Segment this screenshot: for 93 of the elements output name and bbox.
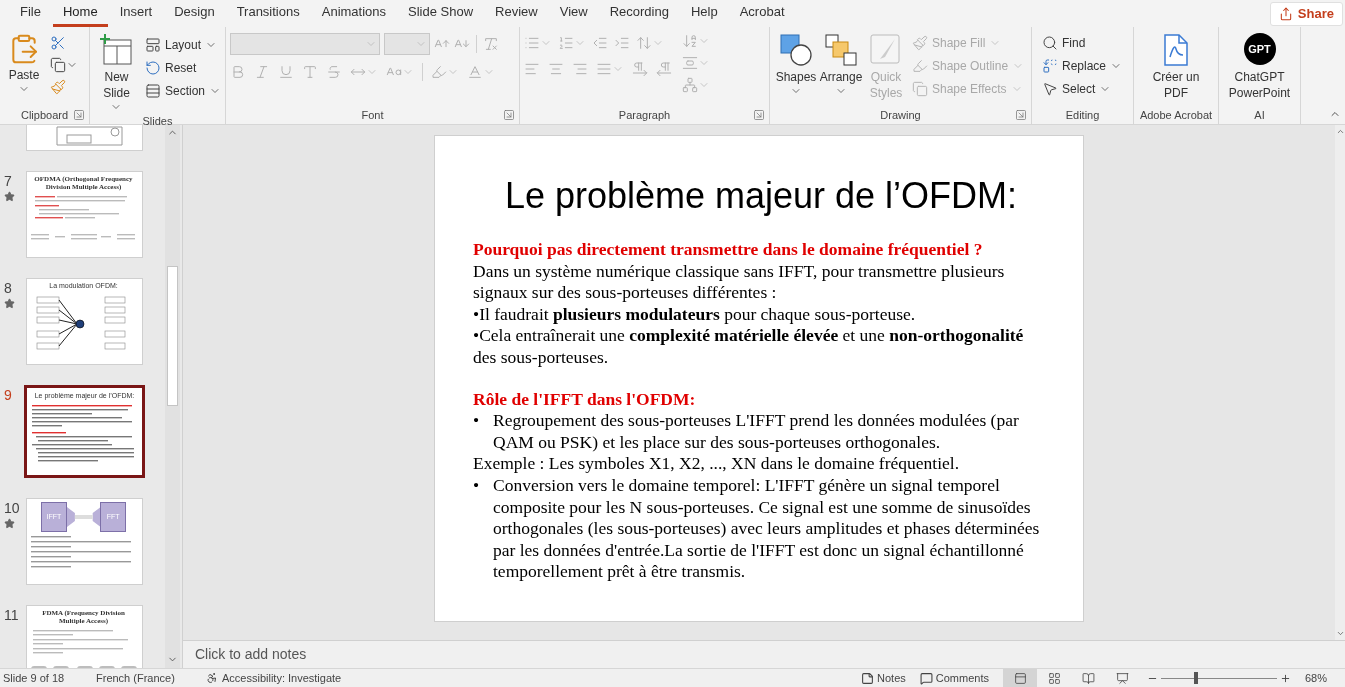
bullet-marker: • [473,474,481,497]
comments-icon [919,671,933,685]
arrange-icon[interactable] [824,33,858,67]
ribbon-button[interactable]: Section [144,79,221,102]
slide-number: 10 [4,500,20,516]
group-label: Adobe Acrobat [1139,107,1213,123]
ribbon-tab[interactable]: Recording [599,0,679,27]
view-icon [1047,671,1061,685]
slide-heading: Pourquoi pas directement transmettre dans le domaine fréquentiel ? [473,239,984,261]
ribbon-tab[interactable]: Design [164,0,225,27]
zoom-in-icon[interactable] [1280,672,1291,684]
slide-number: 8 [4,280,12,296]
ribbon-tab[interactable]: Slide Show [398,0,484,27]
dialog-launcher-icon[interactable] [1015,109,1027,121]
ribbon-button[interactable]: New Slide [94,33,139,113]
layout-icon[interactable] [144,36,161,53]
group-label: AI [1254,107,1265,123]
dialog-launcher-icon[interactable] [753,109,765,121]
share-icon [1278,7,1293,21]
group-label: Font [361,107,384,123]
ribbon-tab[interactable]: View [549,0,598,27]
accessibility-button[interactable]: Accessibility: Investigate [206,669,342,687]
slide-paragraph: Exemple : Les symboles X1, X2, ..., XN dans le domaine fréquentiel. [473,453,960,475]
channel-drawing [66,507,101,527]
group-label: Editing [1065,107,1100,123]
ribbon-tab[interactable]: Insert [109,0,163,27]
pointer-icon[interactable] [1042,80,1058,97]
search-icon[interactable] [1042,34,1058,51]
zoom-slider-thumb[interactable] [1193,672,1198,684]
ribbon-tab[interactable]: Home [52,0,108,27]
slide-paragraph: Conversion vers le domaine temporel: L'IFFT génère un signal temporel composite pour les N sous-porteuses. Ce signal est une somme de sinusoïdes orthogonales (les sous-porteuses) avec leurs amplitudes et phases déterminées par les données d'entrée.La sortie de l'IFFT est donc un signal échantillonné temporellement prêt à être transmis. [493,474,1041,583]
slide-number: 11 [4,607,19,623]
group-label: Drawing [880,107,921,123]
accessibility-icon [206,672,218,684]
bullet-marker: • [473,410,481,433]
scrollbar[interactable] [165,125,180,668]
new-slide-icon[interactable] [99,33,134,67]
ribbon-button[interactable]: GPT ChatGPT PowerPoint [1223,33,1296,101]
ribbon-button[interactable]: Paste [4,33,44,95]
slide-paragraph: Dans un système numérique classique sans IFFT, pour transmettre plusieurs signaux sur des sous-porteuses différentes : [473,260,1006,304]
slide-paragraph: Regroupement des sous-porteuses L'IFFT prend les données modulées (par QAM ou PSK) et les place sur des sous-porteuses orthogonales. [493,410,1020,454]
ribbon-tab[interactable]: File [10,0,51,27]
format-painter-icon[interactable] [50,79,66,95]
scrollbar-thumb[interactable] [167,266,178,406]
notes-icon [861,671,875,685]
scroll-up-icon[interactable] [1335,127,1345,136]
view-button[interactable] [1003,668,1037,687]
ribbon-tab[interactable]: Help [680,0,728,27]
pdf-icon[interactable] [1161,33,1191,67]
ribbon-button[interactable]: Créer un PDF [1151,33,1201,101]
ribbon-button[interactable]: Arrange [818,33,864,97]
dialog-launcher-icon[interactable] [73,109,85,121]
replace-icon[interactable] [1042,57,1058,74]
ribbon-button[interactable]: Select [1042,77,1123,100]
shapes-icon[interactable] [779,33,813,67]
section-icon[interactable] [144,82,161,99]
zoom-slider[interactable] [1161,672,1277,684]
notes-button[interactable]: Notes [861,669,906,687]
scroll-down-icon[interactable] [1335,629,1345,638]
group-label: Slides [142,114,173,129]
slide-paragraph: •Cela entraînerait une complexité matérielle élevée et une non-orthogonalité des sous-porteuses. [473,325,1025,369]
language-button[interactable]: French (France) [96,669,206,687]
zoom-level[interactable]: 68% [1305,669,1345,687]
ribbon-button[interactable]: Find [1042,31,1123,54]
cut-icon[interactable] [50,35,66,51]
slide-counter: Slide 9 of 18 [3,670,66,686]
ribbon-tab[interactable]: Transitions [226,0,310,27]
copy-icon[interactable] [50,57,66,73]
slide-heading: Rôle de l'IFFT dans l'OFDM: [473,388,697,411]
view-icon [1013,671,1027,685]
ribbon-button[interactable]: Replace [1042,54,1123,77]
slide-title: Le problème majeur de l’OFDM: [503,175,1019,217]
slide-number: 9 [4,387,12,403]
group-label: Paragraph [618,107,671,123]
comments-button[interactable]: Comments [919,669,989,687]
slide-canvas[interactable] [434,135,1084,622]
ribbon-tab[interactable]: Review [485,0,548,27]
ribbon-button[interactable]: Shapes [774,33,818,97]
slide-number: 7 [4,173,12,189]
notes-field[interactable]: Click to add notes [195,644,1345,665]
slide-paragraph: •Il faudrait plusieurs modulateurs pour chaque sous-porteuse. [473,303,917,326]
group-label: Clipboard [20,107,69,123]
scrollbar[interactable] [1335,125,1345,640]
dialog-launcher-icon[interactable] [503,109,515,121]
ribbon-tab[interactable]: Acrobat [729,0,795,27]
ribbon-button[interactable]: Layout [144,33,221,56]
reset-icon[interactable] [144,59,161,76]
view-icon [1081,671,1095,685]
chatgpt-logo: GPT [1243,33,1276,65]
ribbon-button[interactable]: Reset [144,56,221,79]
share-button[interactable]: Share [1269,2,1343,26]
view-icon [1115,671,1129,685]
ribbon-tab[interactable]: Animations [311,0,397,27]
